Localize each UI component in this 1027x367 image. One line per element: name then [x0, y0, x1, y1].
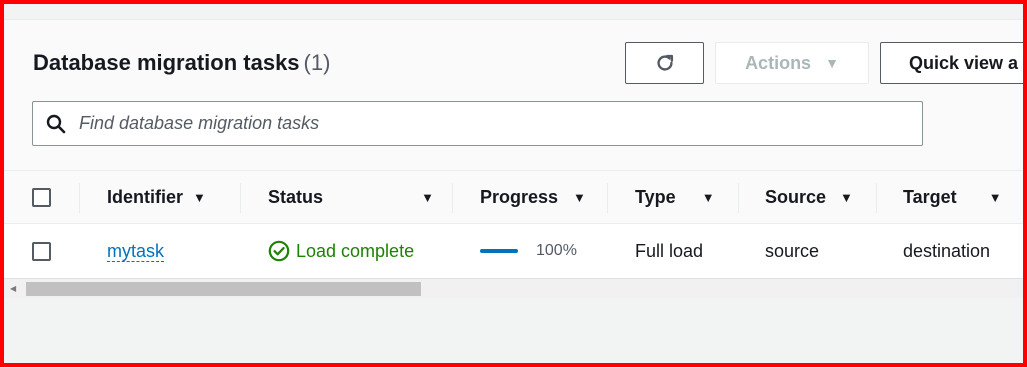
check-circle-icon: [268, 240, 290, 262]
column-divider: [452, 183, 453, 213]
search-icon: [46, 114, 66, 133]
task-count: (1): [303, 50, 331, 75]
column-header-type[interactable]: Type ▼: [635, 171, 715, 223]
column-divider: [607, 183, 608, 213]
refresh-button[interactable]: [625, 42, 704, 84]
column-header-source[interactable]: Source ▼: [765, 171, 853, 223]
actions-dropdown-button[interactable]: Actions ▼: [715, 42, 869, 84]
column-label: Target: [903, 186, 957, 207]
column-divider: [876, 183, 877, 213]
title-text: Database migration tasks: [33, 50, 300, 75]
tasks-panel: Database migration tasks (1) Actions ▼ Qu…: [4, 20, 1023, 298]
column-divider: [79, 183, 80, 213]
task-identifier-link[interactable]: mytask: [107, 241, 165, 262]
column-label: Status: [268, 186, 324, 207]
sort-caret-icon: ▼: [421, 189, 434, 205]
select-all-cell: [32, 171, 51, 223]
status-text: Load complete: [296, 240, 415, 261]
column-header-progress[interactable]: Progress ▼: [480, 171, 586, 223]
progress-cell: 100%: [480, 224, 577, 278]
row-select-cell: [32, 224, 51, 278]
column-label: Source: [765, 186, 827, 207]
sort-caret-icon: ▼: [573, 189, 586, 205]
sort-caret-icon: ▼: [193, 189, 206, 205]
column-header-identifier[interactable]: Identifier ▼: [107, 171, 206, 223]
type-cell: Full load: [635, 224, 703, 278]
table-header: Identifier ▼ Status ▼ Progress ▼ Type ▼ …: [4, 170, 1023, 224]
column-divider: [738, 183, 739, 213]
column-label: Identifier: [107, 186, 184, 207]
page-frame: Database migration tasks (1) Actions ▼ Qu…: [4, 4, 1023, 363]
progress-value: 100%: [536, 242, 577, 259]
scrollbar-thumb[interactable]: [26, 282, 421, 296]
column-header-status[interactable]: Status ▼: [268, 171, 434, 223]
source-value: source: [765, 240, 820, 261]
target-cell: destination: [903, 224, 990, 278]
scroll-left-arrow-icon[interactable]: ◀: [10, 284, 16, 293]
progress-bar: [480, 249, 518, 253]
caret-down-icon: ▼: [825, 55, 839, 71]
page-title: Database migration tasks (1): [33, 50, 330, 76]
status-cell: Load complete: [268, 224, 414, 278]
search-box[interactable]: [32, 101, 923, 146]
column-label: Type: [635, 186, 676, 207]
quick-view-label: Quick view a: [909, 52, 1019, 73]
search-input[interactable]: [79, 113, 899, 134]
column-divider: [240, 183, 241, 213]
panel-header: Database migration tasks (1) Actions ▼ Qu…: [4, 20, 1023, 170]
select-all-checkbox[interactable]: [32, 187, 51, 207]
source-cell: source: [765, 224, 819, 278]
horizontal-scrollbar[interactable]: ◀: [4, 278, 1023, 298]
quick-view-button[interactable]: Quick view a: [880, 42, 1023, 84]
sort-caret-icon: ▼: [701, 189, 715, 205]
column-label: Progress: [480, 186, 559, 207]
row-checkbox[interactable]: [32, 241, 51, 261]
actions-label: Actions: [745, 52, 812, 73]
target-value: destination: [903, 240, 991, 261]
status-indicator: Load complete: [268, 240, 414, 262]
column-header-target[interactable]: Target ▼: [903, 171, 1002, 223]
sort-caret-icon: ▼: [988, 189, 1002, 205]
table-row: mytask Load complete 100% Full load sour…: [4, 224, 1023, 278]
sort-caret-icon: ▼: [840, 189, 853, 205]
refresh-icon: [656, 54, 673, 71]
identifier-cell: mytask: [107, 224, 165, 278]
top-strip: [4, 4, 1023, 20]
type-value: Full load: [635, 240, 704, 261]
